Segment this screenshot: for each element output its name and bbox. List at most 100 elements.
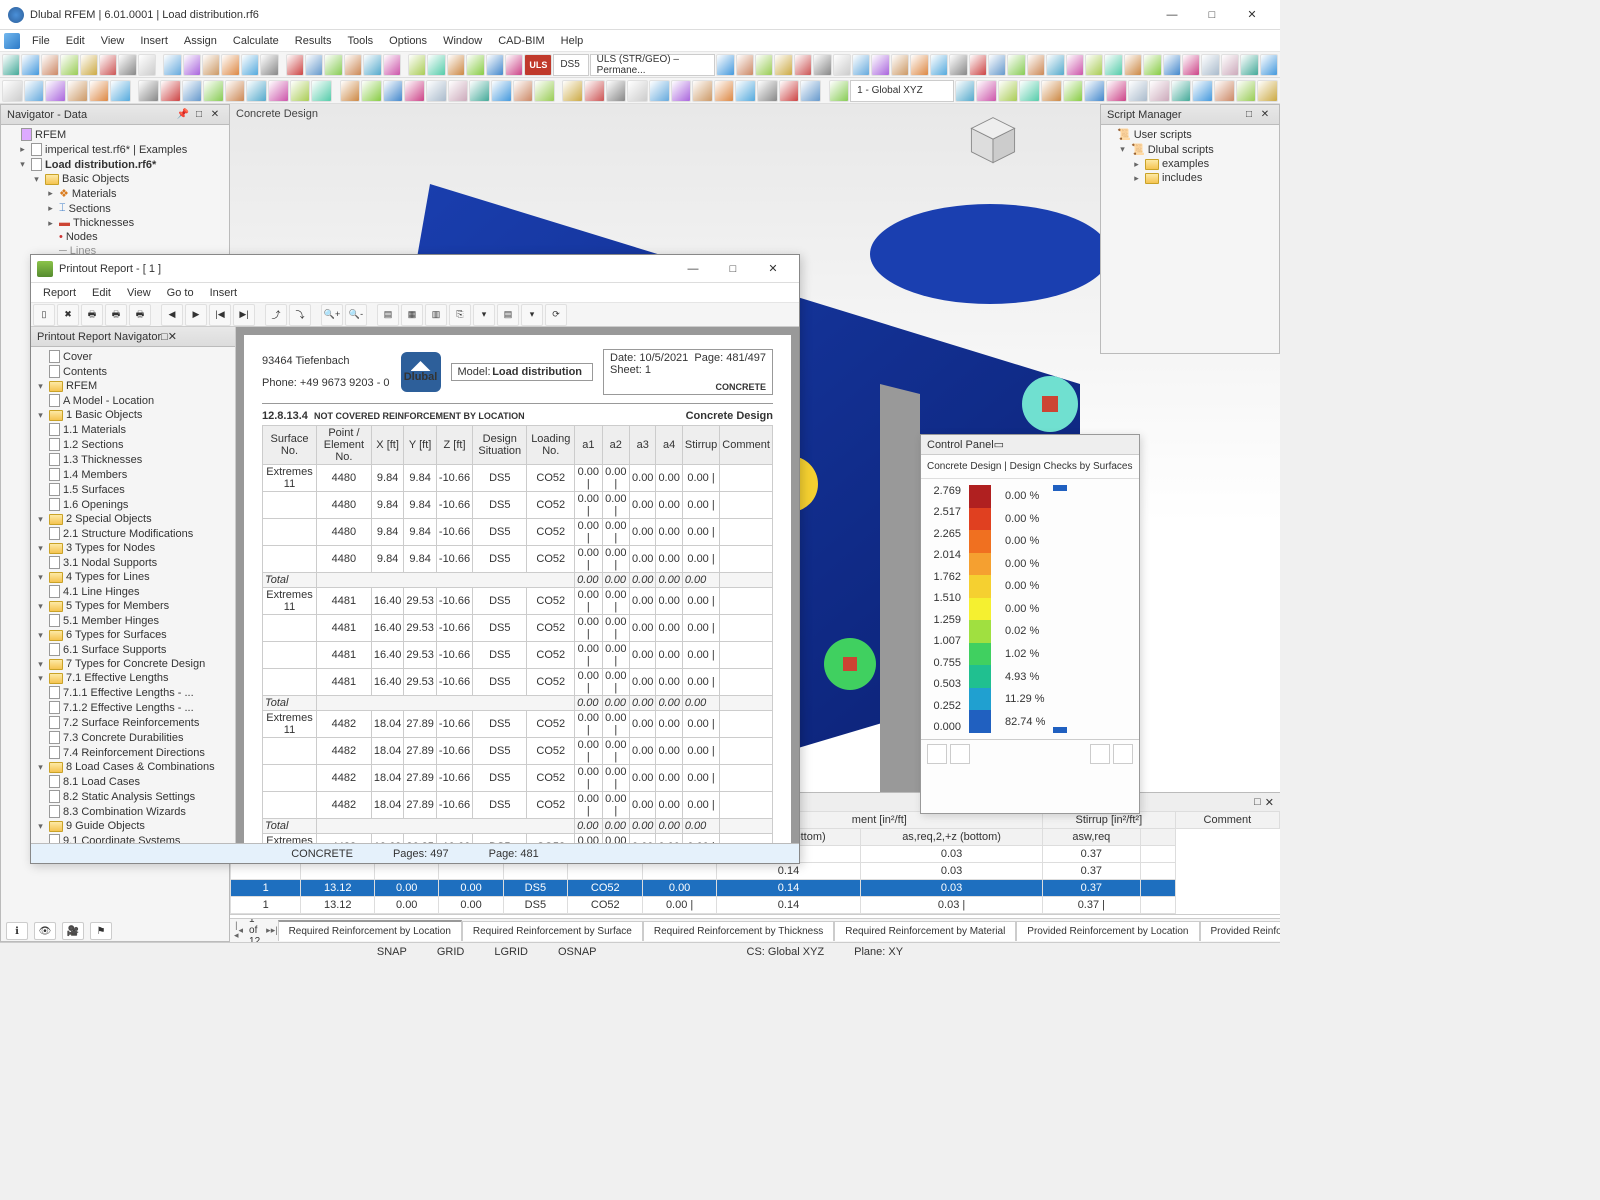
toolbar-icon[interactable]	[1085, 54, 1103, 76]
scale-marker-bot[interactable]	[1053, 727, 1067, 733]
toolbar-icon[interactable]	[67, 80, 88, 102]
toolbar-icon[interactable]	[1084, 80, 1105, 102]
toolbar-icon[interactable]	[118, 54, 136, 76]
toolbar-icon[interactable]	[21, 54, 39, 76]
toolbar-icon[interactable]	[99, 54, 117, 76]
menu-calculate[interactable]: Calculate	[225, 32, 287, 50]
toolbar-icon[interactable]	[976, 80, 997, 102]
toolbar-icon[interactable]	[163, 54, 181, 76]
toolbar-icon[interactable]	[324, 54, 342, 76]
toolbar-icon[interactable]	[110, 80, 131, 102]
tree-item-active[interactable]: Load distribution.rf6*	[45, 159, 156, 171]
toolbar-icon[interactable]	[1214, 80, 1235, 102]
table-close-icon[interactable]: ✕	[1265, 796, 1274, 809]
report-nav-item[interactable]: ▾7 Types for Concrete Design	[33, 657, 233, 671]
toolbar-icon[interactable]	[1007, 54, 1025, 76]
report-tool-icon[interactable]: ⟳	[545, 304, 567, 326]
report-nav-item[interactable]: 8.2 Static Analysis Settings	[33, 789, 233, 804]
report-tool-icon[interactable]: ⤵	[289, 304, 311, 326]
toolbar-icon[interactable]	[426, 80, 447, 102]
panel-close-icon[interactable]: ✕	[168, 330, 177, 343]
report-nav-item[interactable]: ▾9 Guide Objects	[33, 819, 233, 833]
panel-max-icon[interactable]: □	[1241, 107, 1257, 123]
toolbar-icon[interactable]	[891, 54, 909, 76]
report-nav-item[interactable]: 9.1 Coordinate Systems	[33, 833, 233, 843]
menu-file[interactable]: File	[24, 32, 58, 50]
toolbar-icon[interactable]	[1192, 80, 1213, 102]
toolbar-icon[interactable]	[930, 54, 948, 76]
toolbar-icon[interactable]	[246, 80, 267, 102]
min-button[interactable]: —	[1152, 1, 1192, 29]
toolbar-icon[interactable]	[692, 80, 713, 102]
panel-close-icon[interactable]: ✕	[1257, 107, 1273, 123]
toolbar-icon[interactable]	[505, 54, 523, 76]
status-osnap[interactable]: OSNAP	[558, 946, 597, 958]
toolbar-icon[interactable]	[735, 80, 756, 102]
script-user[interactable]: User scripts	[1134, 129, 1192, 141]
report-tool-icon[interactable]: 🖶	[129, 304, 151, 326]
app-menu-icon[interactable]	[4, 33, 20, 49]
tab-req-by-location[interactable]: Required Reinforcement by Location	[278, 920, 462, 941]
toolbar-icon[interactable]	[241, 54, 259, 76]
report-nav-item[interactable]: 8.1 Load Cases	[33, 774, 233, 789]
toolbar-icon[interactable]: ULS (STR/GEO) – Permane...	[590, 54, 716, 76]
tree-sections[interactable]: Sections	[69, 203, 111, 215]
tree-item[interactable]: imperical test.rf6* | Examples	[45, 144, 187, 156]
report-nav-item[interactable]: ▾6 Types for Surfaces	[33, 628, 233, 642]
menu-view[interactable]: View	[93, 32, 133, 50]
toolbar-icon[interactable]	[1027, 54, 1045, 76]
status-lgrid[interactable]: LGRID	[494, 946, 528, 958]
toolbar-icon[interactable]	[1163, 54, 1181, 76]
toolbar-icon[interactable]	[829, 80, 850, 102]
camera-icon[interactable]: 🎥	[62, 922, 84, 940]
toolbar-icon[interactable]	[998, 80, 1019, 102]
toolbar-icon[interactable]	[448, 80, 469, 102]
report-tool-icon[interactable]: ▥	[425, 304, 447, 326]
toolbar-icon[interactable]	[1182, 54, 1200, 76]
toolbar-icon[interactable]	[1221, 54, 1239, 76]
report-nav-item[interactable]: 8.3 Combination Wizards	[33, 804, 233, 819]
report-nav-tree[interactable]: CoverContents▾RFEMA Model - Location▾1 B…	[31, 347, 235, 843]
report-nav-item[interactable]: 1.4 Members	[33, 467, 233, 482]
report-nav-item[interactable]: ▾4 Types for Lines	[33, 570, 233, 584]
toolbar-icon[interactable]	[534, 80, 555, 102]
toolbar-icon[interactable]	[988, 54, 1006, 76]
toolbar-icon[interactable]	[466, 54, 484, 76]
toolbar-icon[interactable]	[221, 54, 239, 76]
toolbar-icon[interactable]	[469, 80, 490, 102]
report-nav-item[interactable]: 1.2 Sections	[33, 437, 233, 452]
report-nav-item[interactable]: 1.6 Openings	[33, 497, 233, 512]
menu-results[interactable]: Results	[287, 32, 340, 50]
toolbar-icon[interactable]	[800, 80, 821, 102]
tree-materials[interactable]: Materials	[72, 188, 117, 200]
toolbar-icon[interactable]	[138, 80, 159, 102]
toolbar-icon[interactable]	[562, 80, 583, 102]
report-tool-icon[interactable]: ▤	[497, 304, 519, 326]
toolbar-icon[interactable]	[305, 54, 323, 76]
toolbar-icon[interactable]	[714, 80, 735, 102]
report-tool-icon[interactable]: |◀	[209, 304, 231, 326]
report-nav-item[interactable]: ▾RFEM	[33, 379, 233, 393]
flag-icon[interactable]: ⚑	[90, 922, 112, 940]
report-tool-icon[interactable]: 🔍-	[345, 304, 367, 326]
report-menu-edit[interactable]: Edit	[84, 285, 119, 301]
report-nav-item[interactable]: ▾1 Basic Objects	[33, 408, 233, 422]
report-tool-icon[interactable]: ◀	[161, 304, 183, 326]
report-nav-item[interactable]: 1.5 Surfaces	[33, 482, 233, 497]
toolbar-icon[interactable]	[183, 54, 201, 76]
toolbar-icon[interactable]	[408, 54, 426, 76]
report-nav-item[interactable]: ▾2 Special Objects	[33, 512, 233, 526]
report-min-button[interactable]: —	[673, 255, 713, 283]
toolbar-icon[interactable]	[1019, 80, 1040, 102]
toolbar-icon[interactable]	[41, 54, 59, 76]
report-nav-item[interactable]: ▾8 Load Cases & Combinations	[33, 760, 233, 774]
report-nav-item[interactable]: 7.2 Surface Reinforcements	[33, 715, 233, 730]
toolbar-icon[interactable]	[1063, 80, 1084, 102]
toolbar-icon[interactable]	[1046, 54, 1064, 76]
menu-edit[interactable]: Edit	[58, 32, 93, 50]
tree-nodes[interactable]: Nodes	[66, 231, 98, 243]
tab-req-by-material[interactable]: Required Reinforcement by Material	[834, 921, 1016, 941]
report-tool-icon[interactable]: ⎘	[449, 304, 471, 326]
eye-icon[interactable]: 👁	[34, 922, 56, 940]
toolbar-icon[interactable]	[225, 80, 246, 102]
